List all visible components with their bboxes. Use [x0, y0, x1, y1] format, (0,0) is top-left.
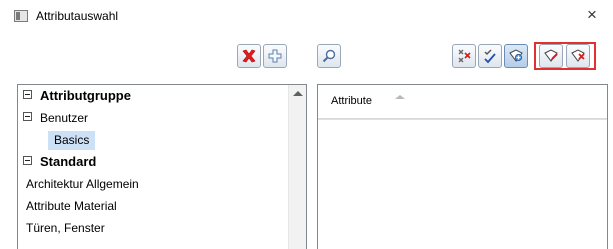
pin-add-icon — [509, 49, 523, 62]
attribute-group-tree[interactable]: Attributgruppe Benutzer Basics Standard … — [17, 84, 307, 249]
scroll-up-arrow-icon[interactable] — [293, 91, 303, 96]
selected-item-label: Basics — [48, 131, 96, 150]
add-button[interactable] — [263, 44, 287, 68]
tree-item-basics[interactable]: Basics — [18, 129, 288, 151]
red-x-icon — [242, 49, 256, 63]
delete-button[interactable] — [237, 44, 261, 68]
magnifier-icon — [322, 49, 336, 63]
double-check-icon — [484, 49, 496, 64]
check-all-button[interactable] — [478, 44, 502, 68]
header-divider — [318, 118, 607, 119]
vertical-scrollbar[interactable] — [288, 85, 306, 249]
tree-item-label: Attribute Material — [26, 199, 117, 213]
add-favorite-button[interactable] — [504, 44, 528, 68]
column-header-attribute[interactable]: Attribute — [331, 95, 372, 107]
uncheck-all-button[interactable] — [452, 44, 476, 68]
highlight-frame — [534, 42, 596, 70]
tree-group-standard[interactable]: Standard — [18, 151, 288, 173]
attribute-list[interactable]: Attribute — [317, 84, 608, 249]
tree-item-label: Architektur Allgemein — [26, 177, 139, 191]
plus-icon — [268, 49, 282, 63]
tree-item-benutzer[interactable]: Benutzer — [18, 107, 288, 129]
attribute-selection-dialog: Attributauswahl × Attributgruppe Benutze… — [0, 0, 613, 249]
tree-group-attributgruppe[interactable]: Attributgruppe — [18, 85, 288, 107]
tree-group-label: Attributgruppe — [40, 88, 131, 103]
tree-item-label: Benutzer — [40, 111, 89, 125]
collapse-icon[interactable] — [23, 156, 32, 165]
list-header: Attribute — [318, 85, 607, 120]
tree-item-attribute-material[interactable]: Attribute Material — [18, 195, 288, 217]
tree-item-tueren-fenster[interactable]: Türen, Fenster — [18, 217, 288, 239]
tree-item-label: Türen, Fenster — [26, 221, 105, 235]
window-title: Attributauswahl — [36, 9, 119, 23]
collapse-icon[interactable] — [23, 90, 32, 99]
title-bar: Attributauswahl × — [0, 0, 613, 32]
double-x-icon — [458, 49, 471, 63]
tree-item-architektur-allgemein[interactable]: Architektur Allgemein — [18, 173, 288, 195]
close-button[interactable]: × — [587, 6, 597, 24]
search-button[interactable] — [317, 44, 341, 68]
window-icon — [14, 10, 28, 22]
tree-group-label: Standard — [40, 154, 97, 169]
sort-ascending-icon — [395, 95, 405, 99]
collapse-icon[interactable] — [23, 112, 32, 121]
